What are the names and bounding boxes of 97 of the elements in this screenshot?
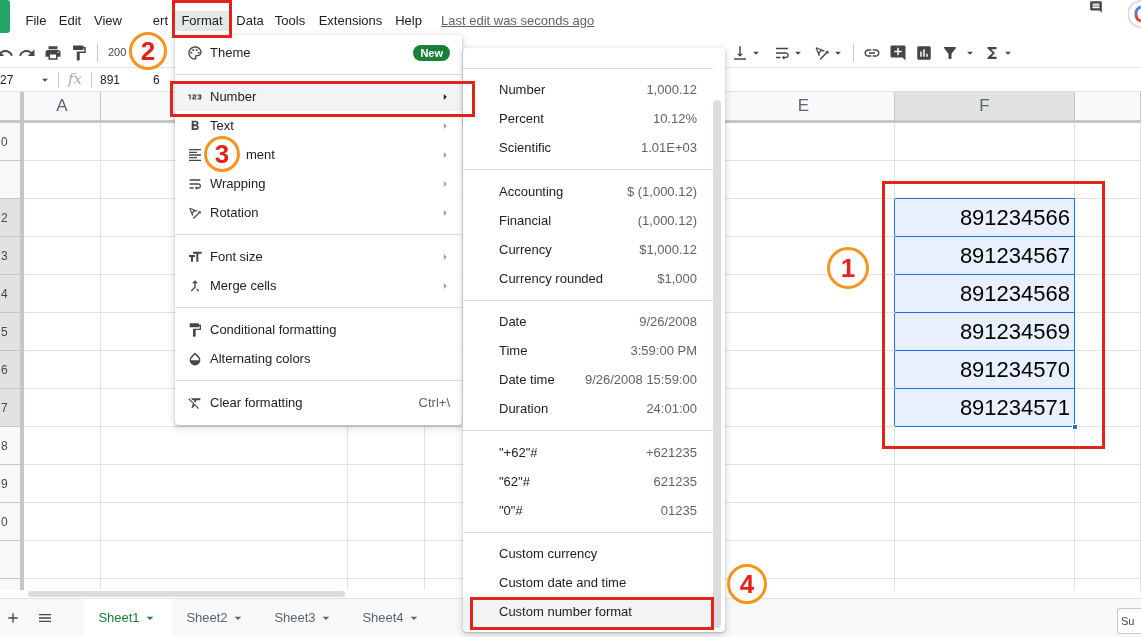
menu-item[interactable]: ment [246, 144, 452, 165]
row-header[interactable]: 0 [0, 503, 20, 540]
column-header[interactable]: F [895, 92, 1074, 120]
format-example: 9/26/2008 [639, 313, 697, 332]
menu-item[interactable]: "+62"# +621235 [463, 438, 713, 467]
menu-item[interactable]: Rotation [210, 202, 452, 223]
menu-item[interactable]: Scientific 1.01E+03 [463, 133, 713, 163]
last-edit-link[interactable]: Last edit was seconds ago [441, 11, 595, 31]
menu-item[interactable]: Alternating colors [210, 348, 452, 369]
scrollbar[interactable] [28, 591, 345, 597]
menu-item[interactable]: Conditional formatting [210, 319, 452, 340]
format-example: 10.12% [652, 110, 697, 129]
row-header[interactable]: 8 [0, 427, 20, 464]
menu-item[interactable]: Percent 10.12% [463, 104, 713, 134]
drop-icon [187, 350, 203, 367]
row-header[interactable]: 2 [0, 199, 20, 236]
formula-text[interactable]: 891 [100, 70, 121, 89]
menu-item[interactable]: Duration 24:01:00 [463, 394, 713, 424]
row-header[interactable]: 5 [0, 313, 20, 350]
menu-item[interactable]: Custom date and time [463, 568, 713, 598]
row-header[interactable]: 3 [0, 237, 20, 274]
column-header[interactable]: A [40, 92, 84, 120]
menu-item[interactable]: Tools [268, 11, 312, 31]
format-example: 621235 [653, 472, 697, 491]
align-left-icon [187, 146, 203, 163]
menu-item[interactable]: Date 9/26/2008 [463, 307, 713, 337]
sheet-tab[interactable]: Sheet4 [348, 599, 436, 637]
menu-item[interactable]: Format [172, 11, 232, 31]
zoom-dropdown[interactable]: 200 [108, 44, 127, 61]
menu-item[interactable]: View [88, 11, 128, 31]
menu-item[interactable]: Date time 9/26/2008 15:59:00 [463, 365, 713, 395]
step-number: 2 [129, 32, 167, 70]
format-example: 01235 [660, 501, 697, 520]
menu-item[interactable]: "0"# 01235 [463, 496, 713, 525]
format-example: $1,000.12 [639, 240, 697, 259]
fx-label: fx [68, 72, 82, 87]
sheet-tab[interactable]: Sheet2 [172, 599, 260, 637]
menu-item[interactable]: Data [232, 11, 268, 31]
circle-icon[interactable] [1128, 0, 1141, 28]
menu-item[interactable]: Currency rounded $1,000 [463, 264, 713, 293]
menu-item[interactable]: Number 1,000.12 [463, 75, 713, 105]
chart-icon[interactable] [915, 43, 934, 62]
print-icon[interactable] [44, 43, 62, 62]
table-cell: 891234566 [895, 199, 1074, 236]
format-example: $1,000 [657, 269, 697, 288]
step-number: 1 [827, 247, 869, 289]
shortcut-text: Ctrl+\ [418, 393, 450, 412]
format-example: $ (1,000.12) [626, 182, 697, 201]
format-example: 3:59:00 PM [630, 342, 697, 361]
menu-item[interactable]: Merge cells [210, 275, 452, 296]
format-example: 9/26/2008 15:59:00 [584, 371, 697, 390]
table-cell: 891234568 [895, 275, 1074, 312]
table-cell: 891234569 [895, 313, 1074, 350]
menu-item[interactable]: Font size [210, 246, 452, 267]
format-example: (1,000.12) [637, 211, 697, 230]
menu-item[interactable]: File [20, 11, 52, 31]
menu-item[interactable]: Edit [52, 11, 88, 31]
menu-item[interactable]: Text [210, 115, 452, 136]
menu-item[interactable]: Accounting $ (1,000.12) [463, 177, 713, 206]
menu-item[interactable]: Custom currency [463, 539, 713, 569]
menu-item[interactable]: Extensions [312, 11, 389, 31]
menu-item[interactable]: Time 3:59:00 PM [463, 336, 713, 366]
format-example: +621235 [646, 443, 697, 462]
menu-item[interactable]: "62"# 621235 [463, 467, 713, 496]
step-number: 4 [727, 564, 767, 604]
row-header[interactable]: 6 [0, 351, 20, 388]
add-sheet-icon[interactable] [5, 610, 21, 626]
table-cell: 891234570 [895, 351, 1074, 388]
paint-format-icon[interactable] [70, 43, 88, 62]
scrollbar[interactable] [713, 100, 721, 628]
table-cell: 891234567 [895, 237, 1074, 274]
add-comment-icon[interactable] [889, 43, 908, 62]
menu-item[interactable]: Theme New [210, 42, 452, 63]
name-box[interactable]: 27 [0, 70, 38, 89]
sum-button[interactable]: Su [1117, 608, 1141, 634]
paint-roller-icon [187, 321, 203, 338]
menu-item[interactable]: ert [128, 11, 172, 31]
highlight-frame [172, 0, 232, 38]
row-header[interactable]: 4 [0, 275, 20, 312]
menu-item[interactable]: Clear formatting Ctrl+\ [210, 392, 452, 413]
column-header[interactable]: E [781, 92, 826, 120]
format-example: 1.01E+03 [640, 139, 697, 158]
row-header[interactable]: 0 [0, 123, 20, 160]
formula-text[interactable]: 6 [153, 70, 160, 89]
menu-item[interactable]: Help [389, 11, 428, 31]
fill-handle[interactable] [1072, 424, 1078, 430]
format-example: 1,000.12 [646, 81, 697, 100]
palette-icon [187, 44, 203, 61]
menu-item[interactable]: Financial (1,000.12) [463, 206, 713, 235]
menu-item[interactable]: Wrapping [210, 173, 452, 194]
sheet-tab[interactable]: Sheet1 [84, 599, 172, 637]
format-example: 24:01:00 [646, 400, 697, 419]
sheet-tab[interactable]: Sheet3 [260, 599, 348, 637]
row-header[interactable]: 9 [0, 465, 20, 502]
row-header[interactable]: 7 [0, 389, 20, 426]
menu-item[interactable]: Currency $1,000.12 [463, 235, 713, 264]
new-badge: New [413, 44, 450, 61]
